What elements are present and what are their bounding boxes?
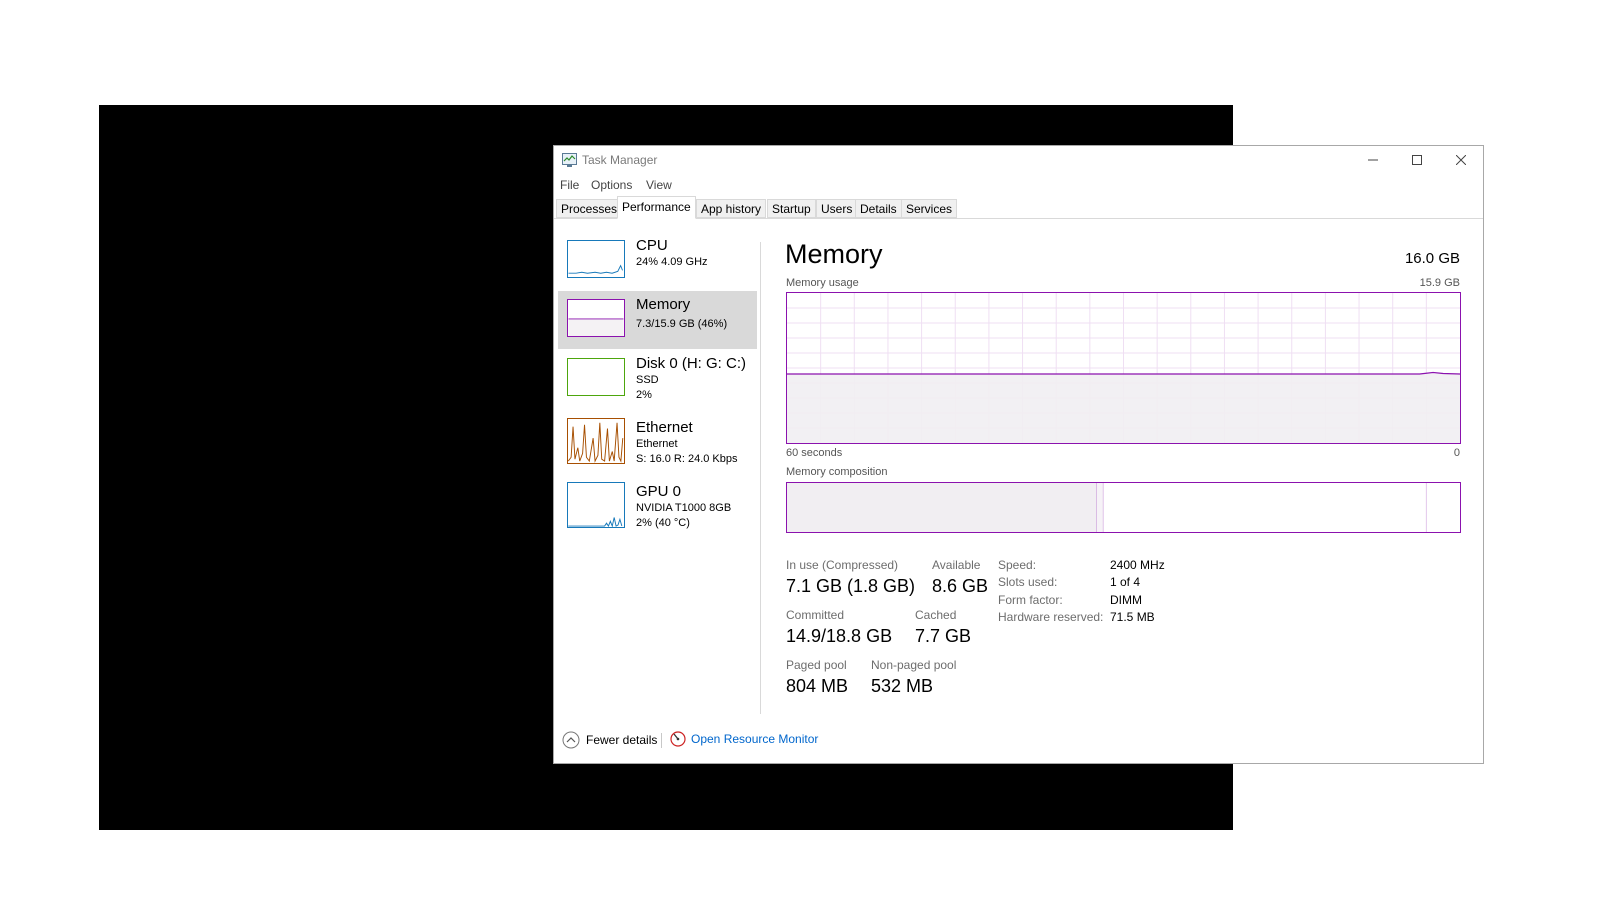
composition-standby[interactable] bbox=[1103, 483, 1427, 532]
tab-services[interactable]: Services bbox=[901, 199, 958, 218]
sidebar-item-detail: SSD bbox=[636, 374, 659, 386]
sidebar-item-label: CPU bbox=[636, 237, 668, 254]
menu-options[interactable]: Options bbox=[591, 178, 632, 192]
close-icon bbox=[1456, 155, 1466, 165]
maximize-button[interactable] bbox=[1395, 146, 1439, 174]
sidebar-item-disk[interactable]: Disk 0 (H: G: C:) SSD 2% bbox=[558, 350, 757, 408]
tab-app-history[interactable]: App history bbox=[696, 199, 767, 218]
tab-bar: Processes Performance App history Startu… bbox=[554, 196, 1483, 219]
sidebar-item-detail: Ethernet bbox=[636, 438, 678, 450]
slots-label: Slots used: bbox=[998, 575, 1058, 589]
sidebar-item-label: GPU 0 bbox=[636, 483, 682, 500]
gpu-thumbnail-graph bbox=[567, 482, 625, 528]
sidebar-item-label: Disk 0 (H: G: C:) bbox=[636, 355, 747, 372]
tab-details[interactable]: Details bbox=[855, 199, 902, 218]
pane-divider[interactable] bbox=[760, 242, 761, 714]
non-paged-pool-label: Non-paged pool bbox=[871, 658, 957, 672]
disk-thumbnail-graph bbox=[567, 358, 625, 396]
sidebar-item-gpu[interactable]: GPU 0 NVIDIA T1000 8GB 2% (40 °C) bbox=[558, 478, 757, 536]
sidebar-item-ethernet[interactable]: Ethernet Ethernet S: 16.0 R: 24.0 Kbps bbox=[558, 414, 757, 472]
speed-value: 2400 MHz bbox=[1110, 558, 1165, 572]
tab-performance[interactable]: Performance bbox=[617, 196, 696, 219]
resource-monitor-label: Open Resource Monitor bbox=[691, 732, 819, 746]
sidebar-item-label: Memory bbox=[636, 296, 691, 313]
close-button[interactable] bbox=[1439, 146, 1483, 174]
composition-free[interactable] bbox=[1426, 483, 1460, 532]
footer: Fewer details Open Resource Monitor bbox=[554, 731, 1483, 753]
hardware-reserved-label: Hardware reserved: bbox=[998, 610, 1104, 624]
menu-view[interactable]: View bbox=[646, 178, 672, 192]
composition-modified[interactable] bbox=[1096, 483, 1104, 532]
in-use-value: 7.1 GB (1.8 GB) bbox=[786, 576, 916, 596]
cached-value: 7.7 GB bbox=[915, 626, 972, 646]
memory-thumbnail-graph bbox=[567, 299, 625, 337]
non-paged-pool-value: 532 MB bbox=[871, 676, 934, 696]
sidebar-item-detail-2: 2% bbox=[636, 389, 652, 401]
footer-separator bbox=[661, 733, 662, 748]
tab-processes[interactable]: Processes bbox=[556, 199, 623, 218]
memory-usage-label: Memory usage bbox=[786, 277, 859, 289]
sidebar-item-detail-2: 2% (40 °C) bbox=[636, 517, 690, 529]
committed-value: 14.9/18.8 GB bbox=[786, 626, 893, 646]
tab-users[interactable]: Users bbox=[816, 199, 858, 218]
task-manager-icon bbox=[562, 153, 577, 167]
in-use-label: In use (Compressed) bbox=[786, 558, 899, 572]
committed-label: Committed bbox=[786, 608, 845, 622]
fewer-details-label: Fewer details bbox=[586, 733, 658, 747]
speed-label: Speed: bbox=[998, 558, 1037, 572]
task-manager-window: Task Manager File Options View Processes… bbox=[553, 145, 1484, 764]
sidebar-item-detail: 7.3/15.9 GB (46%) bbox=[636, 318, 728, 330]
ethernet-thumbnail-graph bbox=[567, 418, 625, 464]
sidebar-item-detail-2: S: 16.0 R: 24.0 Kbps bbox=[636, 453, 738, 465]
hardware-reserved-value: 71.5 MB bbox=[1110, 610, 1155, 624]
sidebar-item-detail: 24% 4.09 GHz bbox=[636, 256, 708, 268]
composition-in-use[interactable] bbox=[787, 483, 1097, 532]
cpu-thumbnail-graph bbox=[567, 240, 625, 278]
sidebar-item-detail: NVIDIA T1000 8GB bbox=[636, 502, 732, 514]
menu-file[interactable]: File bbox=[560, 178, 579, 192]
memory-usage-max: 15.9 GB bbox=[1419, 277, 1460, 289]
maximize-icon bbox=[1412, 155, 1422, 165]
open-resource-monitor-link[interactable]: Open Resource Monitor bbox=[670, 731, 818, 747]
memory-composition-label: Memory composition bbox=[786, 466, 888, 478]
cached-label: Cached bbox=[915, 608, 957, 622]
minimize-icon bbox=[1368, 159, 1378, 161]
chevron-up-icon bbox=[562, 731, 580, 749]
available-label: Available bbox=[932, 558, 981, 572]
sidebar-item-memory[interactable]: Memory 7.3/15.9 GB (46%) bbox=[558, 291, 757, 349]
paged-pool-label: Paged pool bbox=[786, 658, 847, 672]
window-title: Task Manager bbox=[582, 153, 658, 167]
memory-usage-area bbox=[787, 374, 1460, 443]
sidebar-item-cpu[interactable]: CPU 24% 4.09 GHz bbox=[558, 232, 757, 290]
slots-value: 1 of 4 bbox=[1110, 575, 1141, 589]
memory-composition-bar[interactable] bbox=[786, 482, 1461, 533]
time-end-label: 0 bbox=[1453, 447, 1460, 459]
form-factor-value: DIMM bbox=[1110, 593, 1142, 607]
page-title: Memory bbox=[785, 239, 883, 269]
memory-usage-graph bbox=[786, 292, 1461, 444]
available-value: 8.6 GB bbox=[932, 576, 989, 596]
fewer-details-button[interactable]: Fewer details bbox=[562, 731, 657, 749]
total-memory: 16.0 GB bbox=[1404, 250, 1460, 267]
paged-pool-value: 804 MB bbox=[786, 676, 849, 696]
title-bar[interactable]: Task Manager bbox=[554, 146, 1483, 174]
tab-startup[interactable]: Startup bbox=[767, 199, 816, 218]
sidebar-item-label: Ethernet bbox=[636, 419, 693, 436]
form-factor-label: Form factor: bbox=[998, 593, 1063, 607]
time-span-label: 60 seconds bbox=[786, 447, 843, 459]
resource-monitor-icon bbox=[670, 731, 686, 747]
minimize-button[interactable] bbox=[1351, 146, 1395, 174]
performance-sidebar: CPU 24% 4.09 GHz Memory 7.3/15.9 GB (46%… bbox=[558, 232, 757, 712]
